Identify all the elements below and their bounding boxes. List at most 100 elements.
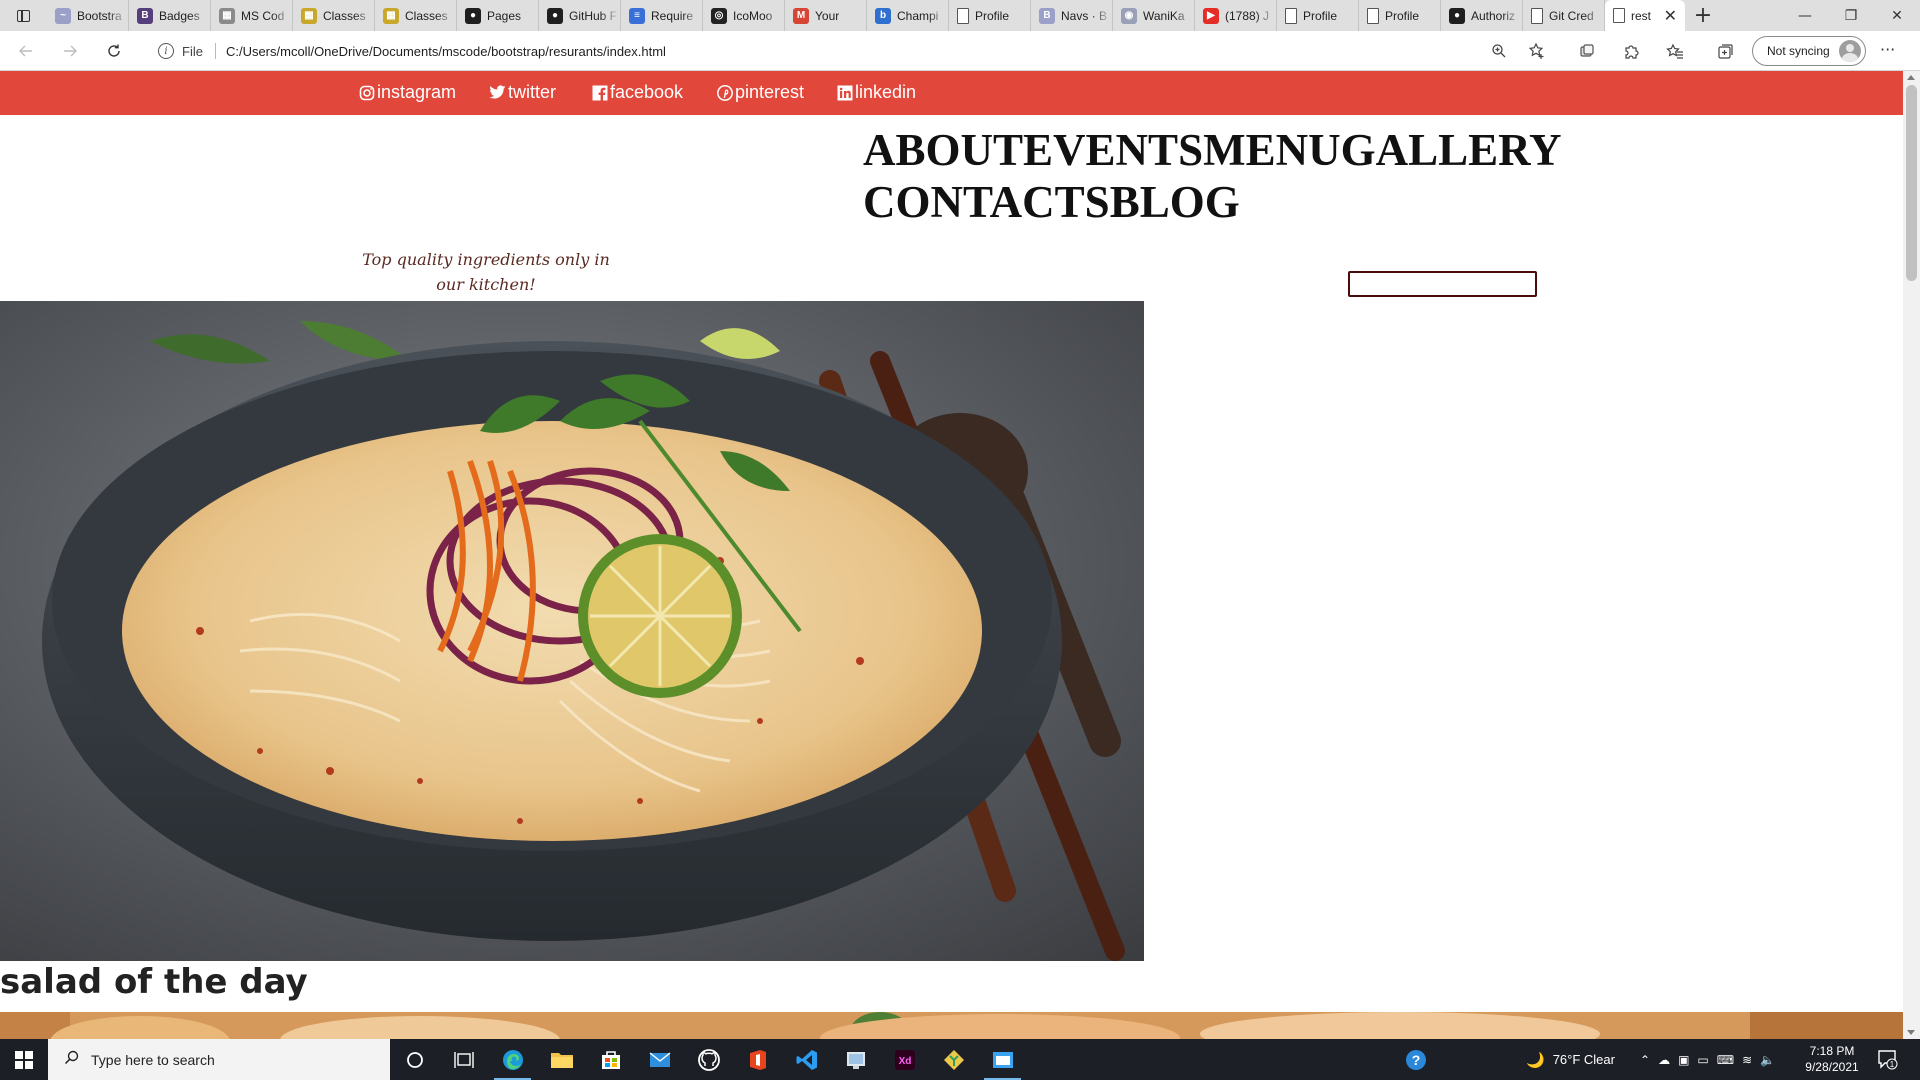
- adobe-xd-app[interactable]: Xd: [880, 1039, 929, 1080]
- browser-tab[interactable]: ● Pages: [457, 0, 539, 31]
- browser-tab[interactable]: B Navs · B: [1031, 0, 1113, 31]
- new-tab-button[interactable]: +: [1685, 0, 1721, 31]
- profile-sync-button[interactable]: Not syncing: [1752, 36, 1866, 66]
- touch-keyboard-icon[interactable]: ⌨: [1717, 1053, 1734, 1067]
- page-scrollbar[interactable]: [1903, 71, 1920, 1039]
- browser-tab[interactable]: ▦ Classes: [375, 0, 457, 31]
- browser-tab[interactable]: ◉ WaniKa: [1113, 0, 1195, 31]
- refresh-button[interactable]: [96, 33, 132, 69]
- browser-tab[interactable]: M Your: [785, 0, 867, 31]
- nav-contacts[interactable]: CONTACTS: [863, 177, 1110, 227]
- task-view-icon: [453, 1051, 474, 1068]
- tab-favicon-icon: ▦: [383, 7, 399, 24]
- nav-menu[interactable]: MENU: [1203, 125, 1340, 175]
- file-explorer-app[interactable]: [537, 1039, 586, 1080]
- clock[interactable]: 7:18 PM 9/28/2021: [1800, 1043, 1864, 1075]
- browser-tab[interactable]: ▶ (1788) J: [1195, 0, 1277, 31]
- address-bar[interactable]: i File C:/Users/mcoll/OneDrive/Documents…: [148, 35, 1552, 67]
- scroll-thumb[interactable]: [1906, 85, 1917, 281]
- instagram-link[interactable]: instagram: [358, 82, 456, 103]
- help-tray[interactable]: ?: [1404, 1039, 1428, 1080]
- tab-favicon-icon: B: [137, 7, 153, 24]
- tab-favicon-icon: [1531, 7, 1543, 24]
- task-view-button[interactable]: [439, 1039, 488, 1080]
- wifi-icon[interactable]: ≋: [1742, 1053, 1752, 1067]
- site-info-icon[interactable]: i: [158, 43, 174, 59]
- browser-tab[interactable]: ● Authoriz: [1441, 0, 1523, 31]
- puzzle-extensions-icon[interactable]: [1620, 42, 1642, 60]
- tab-active[interactable]: rest ✕: [1605, 0, 1685, 31]
- meet-now-icon[interactable]: ▣: [1678, 1053, 1689, 1067]
- mail-app[interactable]: [635, 1039, 684, 1080]
- browser-tab[interactable]: Profile: [1277, 0, 1359, 31]
- moon-icon: 🌙: [1526, 1051, 1545, 1069]
- browser-tab[interactable]: Profile: [949, 0, 1031, 31]
- nav-events[interactable]: EVENTS: [1023, 125, 1203, 175]
- chevron-up-icon[interactable]: ⌃: [1640, 1053, 1650, 1067]
- address-divider: [214, 43, 216, 59]
- tab-label: GitHub F: [569, 8, 618, 23]
- nav-gallery[interactable]: GALLERY: [1341, 125, 1562, 175]
- forward-button[interactable]: [52, 33, 88, 69]
- taskbar-search[interactable]: Type here to search: [48, 1039, 390, 1080]
- add-favorite-icon[interactable]: [1528, 42, 1546, 60]
- office-app[interactable]: [733, 1039, 782, 1080]
- notification-center-button[interactable]: 1: [1876, 1048, 1898, 1070]
- cortana-icon: [406, 1051, 423, 1068]
- browser-tab[interactable]: Git Cred: [1523, 0, 1605, 31]
- start-button[interactable]: [0, 1039, 48, 1080]
- battery-icon[interactable]: ▭: [1697, 1053, 1708, 1067]
- cortana-button[interactable]: [390, 1039, 439, 1080]
- scroll-up-icon[interactable]: [1907, 75, 1915, 80]
- close-tab-icon[interactable]: ✕: [1664, 6, 1677, 26]
- github-desktop-app[interactable]: [684, 1039, 733, 1080]
- browser-tab[interactable]: Profile: [1359, 0, 1441, 31]
- browser-tab[interactable]: ● GitHub F: [539, 0, 621, 31]
- extension-icon[interactable]: [1576, 42, 1598, 60]
- tab-label: Classes: [323, 8, 366, 23]
- git-app[interactable]: [929, 1039, 978, 1080]
- back-button[interactable]: [8, 33, 44, 69]
- linkedin-link[interactable]: linkedin: [836, 82, 916, 103]
- store-app[interactable]: [586, 1039, 635, 1080]
- social-label: linkedin: [855, 82, 917, 102]
- blue-app[interactable]: [978, 1039, 1027, 1080]
- edge-app[interactable]: [488, 1039, 537, 1080]
- browser-tab[interactable]: ≡ Require: [621, 0, 703, 31]
- tab-label: Require: [651, 8, 694, 23]
- nav-blog[interactable]: BLOG: [1110, 177, 1240, 227]
- browser-tab[interactable]: B Badges: [129, 0, 211, 31]
- tab-label: Profile: [1385, 8, 1420, 23]
- more-menu-icon[interactable]: ···: [1880, 40, 1895, 59]
- facebook-link[interactable]: facebook: [591, 82, 683, 103]
- zoom-icon[interactable]: [1490, 42, 1508, 60]
- tab-actions-button[interactable]: [0, 0, 47, 31]
- twitter-icon: [489, 84, 506, 101]
- browser-tab[interactable]: b Champi: [867, 0, 949, 31]
- browser-tab[interactable]: ▦ Classes: [293, 0, 375, 31]
- pinterest-link[interactable]: pinterest: [716, 82, 804, 103]
- vscode-app[interactable]: [782, 1039, 831, 1080]
- minimize-button[interactable]: —: [1782, 0, 1828, 31]
- search-input[interactable]: [1348, 271, 1537, 297]
- weather-widget[interactable]: 🌙 76°F Clear: [1526, 1039, 1615, 1080]
- scroll-down-icon[interactable]: [1907, 1030, 1915, 1035]
- collections-icon[interactable]: [1714, 42, 1736, 60]
- close-window-button[interactable]: ✕: [1874, 0, 1920, 31]
- twitter-link[interactable]: twitter: [489, 82, 556, 103]
- paint-icon: [846, 1051, 865, 1069]
- linkedin-icon: [836, 84, 853, 101]
- favorites-icon[interactable]: [1664, 42, 1686, 60]
- paint-app[interactable]: [831, 1039, 880, 1080]
- browser-tab[interactable]: ◎ IcoMoo: [703, 0, 785, 31]
- url-text[interactable]: C:/Users/mcoll/OneDrive/Documents/mscode…: [226, 44, 666, 59]
- restore-button[interactable]: ❐: [1828, 0, 1874, 31]
- tab-label: Profile: [975, 8, 1010, 23]
- tab-label: rest: [1631, 8, 1652, 23]
- onedrive-icon[interactable]: ☁: [1658, 1053, 1670, 1067]
- windows-icon: [15, 1050, 33, 1069]
- nav-about[interactable]: ABOUT: [863, 125, 1023, 175]
- volume-icon[interactable]: 🔈: [1760, 1053, 1775, 1067]
- browser-tab[interactable]: ~ Bootstra: [47, 0, 129, 31]
- browser-tab[interactable]: ▦ MS Cod: [211, 0, 293, 31]
